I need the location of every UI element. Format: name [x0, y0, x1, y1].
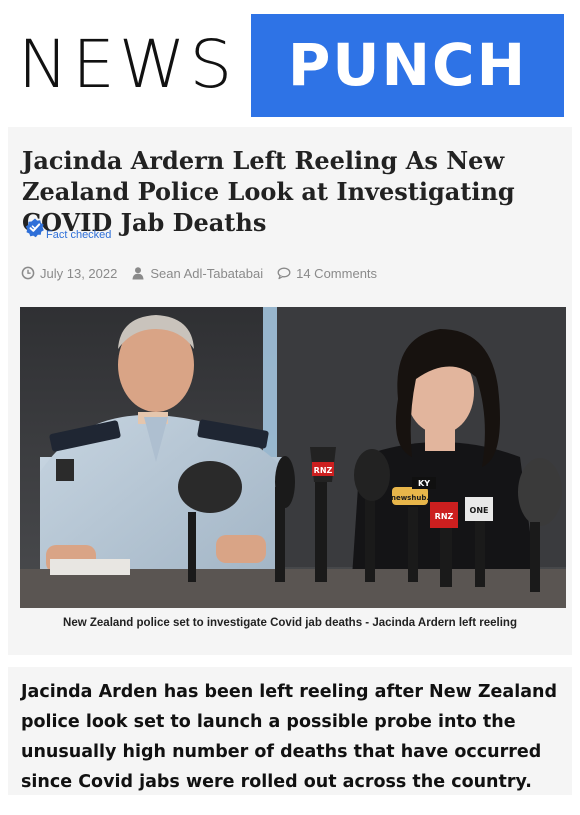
article-meta: July 13, 2022 Sean Adl-Tabatabai 14 Comm… [21, 264, 391, 282]
article-card: Jacinda Ardern Left Reeling As New Zeala… [8, 127, 572, 655]
logo-text-punch: PUNCH [287, 31, 528, 99]
featured-image[interactable]: RNZ newshub. RNZ ONE KY [20, 307, 566, 608]
mic-label-newshub: newshub. [391, 494, 429, 502]
image-caption: New Zealand police set to investigate Co… [63, 617, 517, 629]
speech-bubble-icon [277, 267, 291, 280]
clock-icon [21, 266, 35, 280]
user-icon [132, 267, 144, 280]
article-headline: Jacinda Ardern Left Reeling As New Zeala… [22, 146, 515, 237]
mic-label-one: ONE [470, 506, 489, 515]
post-comments-count: 14 Comments [296, 265, 378, 281]
post-author[interactable]: Sean Adl-Tabatabai [131, 266, 263, 281]
logo-punch-box: PUNCH [251, 14, 564, 117]
article-lead-box: Jacinda Arden has been left reeling afte… [8, 667, 572, 795]
logo-text-news: NEWS [17, 26, 237, 103]
verified-check-icon [25, 218, 44, 238]
site-header: NEWS PUNCH [0, 0, 580, 122]
mic-label-sky: KY [418, 479, 430, 488]
mic-label-rnz: RNZ [314, 466, 333, 475]
fact-check-label: Fact checked [46, 229, 112, 241]
post-date-text: July 13, 2022 [40, 265, 118, 281]
post-comments-link[interactable]: 14 Comments [277, 266, 377, 281]
mic-label-rnz-2: RNZ [435, 512, 454, 521]
article-lead: Jacinda Arden has been left reeling afte… [21, 682, 557, 792]
press-conference-photo: RNZ newshub. RNZ ONE KY [20, 307, 566, 608]
post-author-name: Sean Adl-Tabatabai [150, 265, 264, 281]
post-date[interactable]: July 13, 2022 [21, 266, 117, 281]
